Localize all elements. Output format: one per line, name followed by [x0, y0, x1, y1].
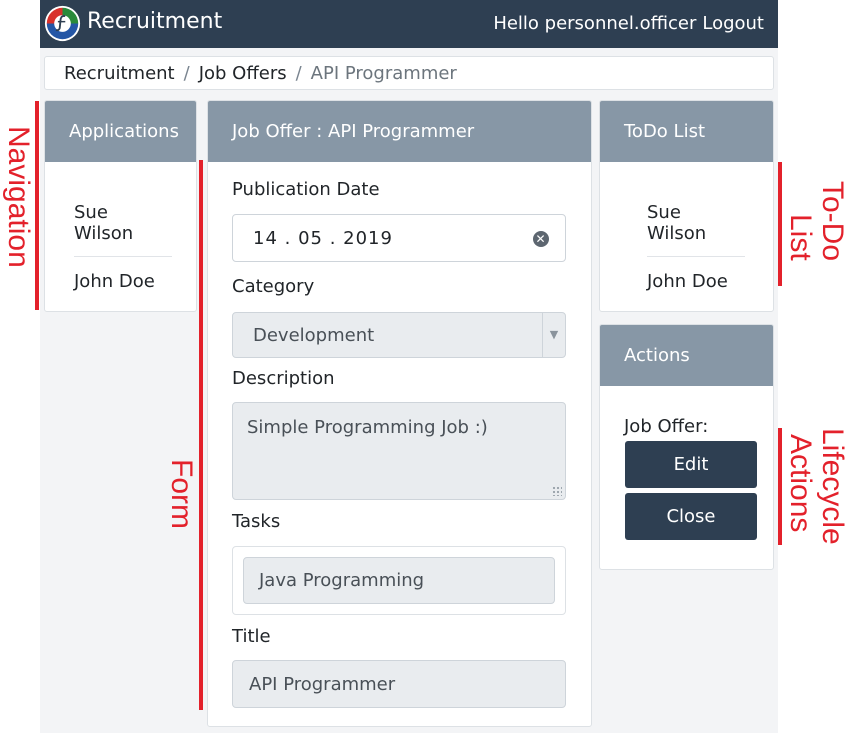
lifecycle-annotation: Lifecycle Actions [784, 428, 847, 545]
todo-item-john-doe[interactable]: John Doe [647, 257, 745, 292]
todo-list: Sue Wilson John Doe [600, 202, 773, 292]
publication-date-label: Publication Date [232, 179, 380, 200]
publication-date-field[interactable]: 14 . 05 . 2019 ✕ [232, 214, 566, 262]
lifecycle-annotation-line [778, 428, 782, 545]
app-logo-icon[interactable] [44, 5, 81, 42]
job-offer-form-card: Job Offer : API Programmer Publication D… [207, 100, 592, 727]
todo-annotation: To-Do List [784, 181, 847, 261]
todo-annotation-line1: To-Do [816, 181, 847, 262]
user-greeting: Hello personnel.officer [493, 13, 697, 34]
resize-grip-icon[interactable] [552, 486, 562, 496]
form-annotation-line [199, 160, 203, 710]
task-item[interactable]: Java Programming [243, 557, 555, 604]
breadcrumb-separator: / [295, 63, 302, 84]
todo-header: ToDo List [600, 101, 773, 162]
breadcrumb-current: API Programmer [310, 63, 457, 84]
close-button[interactable]: Close [625, 493, 757, 540]
lifecycle-annotation-line2: Actions [784, 434, 817, 533]
edit-button[interactable]: Edit [625, 441, 757, 488]
top-navbar: Recruitment Hello personnel.officer Logou… [40, 0, 778, 48]
todo-annotation-line [778, 162, 782, 286]
description-textarea[interactable]: Simple Programming Job :) [232, 402, 566, 500]
navigation-annotation: Navigation [2, 126, 35, 268]
breadcrumb-separator: / [183, 63, 190, 84]
title-field[interactable]: API Programmer [232, 660, 566, 708]
application-item-john-doe[interactable]: John Doe [74, 257, 172, 292]
applications-list: Sue Wilson John Doe [45, 202, 196, 292]
clear-icon[interactable]: ✕ [533, 231, 549, 247]
actions-header: Actions [600, 325, 773, 386]
description-label: Description [232, 368, 335, 389]
title-label: Title [232, 626, 271, 647]
navigation-annotation-line [35, 101, 39, 310]
category-value: Development [253, 325, 375, 346]
breadcrumb-job-offers[interactable]: Job Offers [199, 63, 287, 84]
app-title[interactable]: Recruitment [87, 8, 222, 36]
todo-item-sue-wilson[interactable]: Sue Wilson [647, 202, 745, 257]
applications-card: Applications Sue Wilson John Doe [44, 100, 197, 312]
category-label: Category [232, 276, 315, 297]
description-value: Simple Programming Job :) [247, 417, 488, 438]
category-select[interactable]: Development ▼ [232, 312, 566, 358]
actions-card: Actions Job Offer: Edit Close [599, 324, 774, 570]
form-header: Job Offer : API Programmer [208, 101, 591, 162]
applications-header: Applications [45, 101, 196, 162]
todo-card: ToDo List Sue Wilson John Doe [599, 100, 774, 312]
breadcrumb-recruitment[interactable]: Recruitment [64, 63, 175, 84]
tasks-label: Tasks [232, 511, 281, 532]
chevron-down-icon[interactable]: ▼ [542, 313, 565, 357]
todo-annotation-line2: List [784, 214, 817, 261]
publication-date-value: 14 . 05 . 2019 [253, 228, 393, 249]
application-item-sue-wilson[interactable]: Sue Wilson [74, 202, 172, 257]
user-area: Hello personnel.officer Logout [493, 12, 764, 36]
lifecycle-annotation-line1: Lifecycle [816, 428, 847, 545]
tasks-list: Java Programming [232, 546, 566, 615]
form-annotation: Form [165, 459, 198, 529]
breadcrumb: Recruitment / Job Offers / API Programmer [44, 56, 774, 90]
actions-subject-label: Job Offer: [624, 416, 709, 437]
logout-link[interactable]: Logout [702, 13, 764, 34]
